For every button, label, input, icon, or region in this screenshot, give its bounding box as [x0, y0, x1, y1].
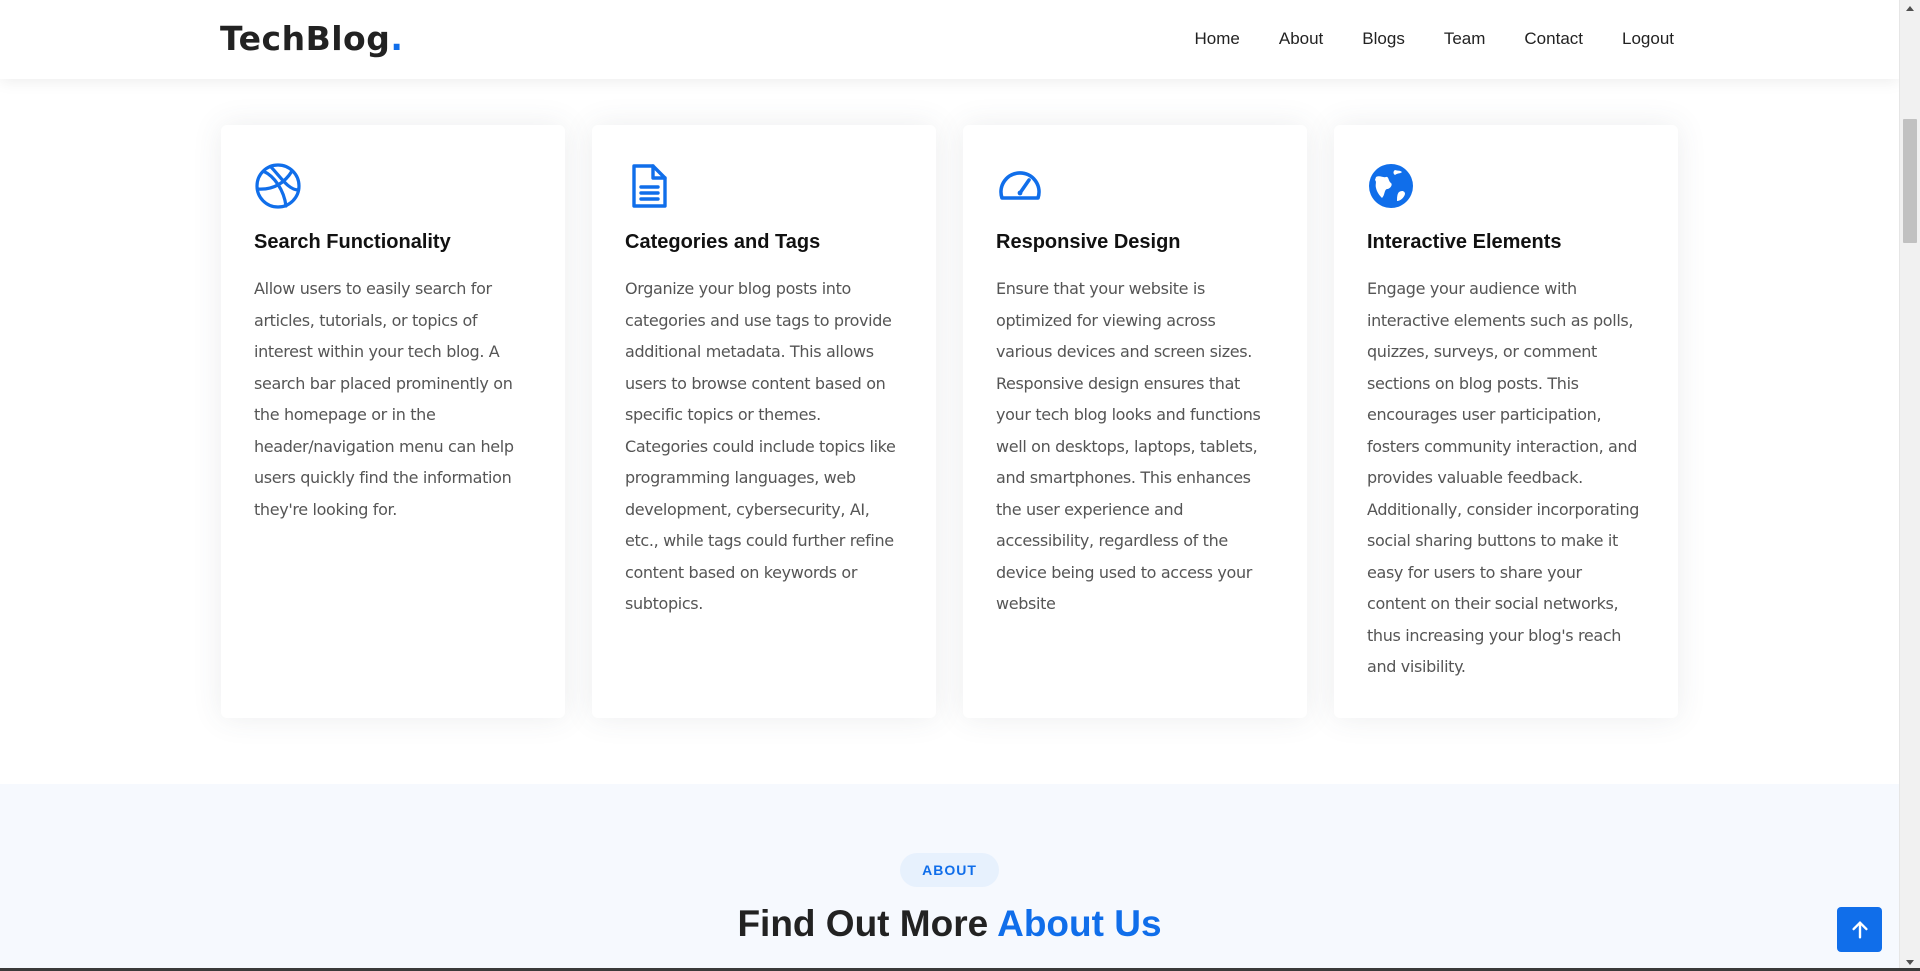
nav-about-link[interactable]: About	[1259, 26, 1342, 52]
arrow-up-icon	[1849, 919, 1871, 941]
nav-logout-link[interactable]: Logout	[1603, 26, 1674, 52]
dribbble-icon	[254, 162, 302, 210]
document-text-icon	[625, 162, 673, 210]
nav-team-link[interactable]: Team	[1424, 26, 1505, 52]
feature-description: Engage your audience with interactive el…	[1367, 279, 1640, 676]
feature-card-search: Search Functionality Allow users to easi…	[221, 125, 565, 718]
feature-title: Responsive Design	[996, 231, 1181, 253]
back-to-top-button[interactable]	[1837, 907, 1882, 952]
feature-description: Allow users to easily search for article…	[254, 279, 514, 519]
site-header: TechBlog. Home About Blogs Team Contact …	[0, 0, 1899, 79]
nav-blogs-link[interactable]: Blogs	[1343, 26, 1425, 52]
feature-description: Ensure that your website is optimized fo…	[996, 279, 1261, 613]
feature-card-interactive: Interactive Elements Engage your audienc…	[1334, 125, 1678, 718]
scrollbar-thumb[interactable]	[1903, 119, 1917, 243]
site-logo[interactable]: TechBlog.	[220, 17, 403, 61]
page: TechBlog. Home About Blogs Team Contact …	[0, 0, 1899, 971]
feature-title: Search Functionality	[254, 231, 451, 253]
feature-description: Organize your blog posts into categories…	[625, 279, 896, 613]
logo-dot: .	[390, 19, 404, 58]
feature-card-responsive: Responsive Design Ensure that your websi…	[963, 125, 1307, 718]
feature-title: Interactive Elements	[1367, 231, 1562, 253]
vertical-scrollbar[interactable]	[1899, 0, 1920, 971]
feature-card-categories: Categories and Tags Organize your blog p…	[592, 125, 936, 718]
scroll-up-arrow-icon[interactable]	[1900, 0, 1920, 17]
feature-title: Categories and Tags	[625, 231, 821, 253]
logo-text: TechBlog	[220, 19, 391, 58]
speedometer-icon	[996, 162, 1044, 210]
heading-plain: Find Out More	[737, 903, 989, 944]
section-heading: Find Out More About Us	[0, 902, 1899, 946]
section-badge: ABOUT	[900, 853, 999, 887]
heading-accent: About Us	[997, 903, 1162, 944]
globe-icon	[1367, 162, 1415, 210]
features-section: Search Functionality Allow users to easi…	[221, 125, 1678, 718]
about-section: ABOUT Find Out More About Us	[0, 784, 1899, 971]
nav-home-link[interactable]: Home	[1175, 26, 1259, 52]
nav-contact-link[interactable]: Contact	[1505, 26, 1603, 52]
main-nav: Home About Blogs Team Contact Logout	[1175, 26, 1675, 52]
